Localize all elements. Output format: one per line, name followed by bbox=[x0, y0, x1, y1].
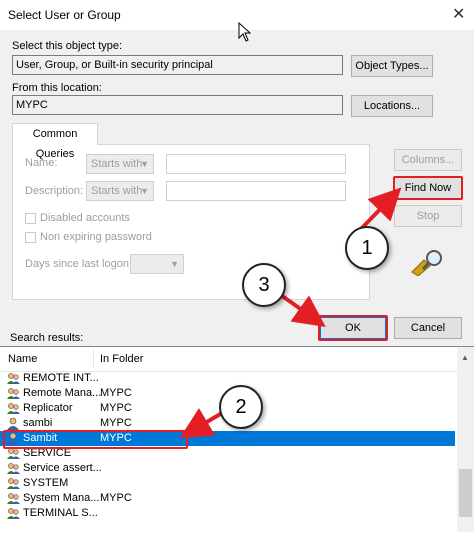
window-title: Select User or Group bbox=[8, 8, 121, 22]
vertical-scrollbar[interactable]: ▲ bbox=[457, 347, 474, 532]
name-mode-value: Starts with bbox=[91, 158, 143, 170]
find-now-highlight bbox=[393, 176, 463, 200]
scrollbar-thumb[interactable] bbox=[459, 469, 472, 517]
group-icon bbox=[6, 387, 20, 400]
chevron-down-icon: ▼ bbox=[140, 186, 149, 196]
group-icon bbox=[6, 492, 20, 505]
row-folder: MYPC bbox=[100, 417, 132, 429]
row-folder: MYPC bbox=[100, 492, 132, 504]
user-icon bbox=[6, 417, 20, 430]
row-name: TERMINAL S... bbox=[23, 507, 98, 519]
column-header-name[interactable]: Name bbox=[8, 353, 37, 365]
row-name: Service assert... bbox=[23, 462, 102, 474]
disabled-accounts-label: Disabled accounts bbox=[40, 212, 130, 224]
group-icon bbox=[6, 372, 20, 385]
annotation-badge-2: 2 bbox=[219, 385, 263, 429]
table-row[interactable]: TERMINAL S... bbox=[0, 506, 455, 521]
table-row[interactable]: SYSTEM bbox=[0, 476, 455, 491]
columns-button[interactable]: Columns... bbox=[394, 149, 462, 171]
table-row[interactable]: Service assert... bbox=[0, 461, 455, 476]
row-name: Replicator bbox=[23, 402, 73, 414]
name-input[interactable] bbox=[166, 154, 346, 174]
disabled-accounts-checkbox[interactable] bbox=[25, 213, 36, 224]
annotation-badge-1: 1 bbox=[345, 226, 389, 270]
cancel-button[interactable]: Cancel bbox=[394, 317, 462, 339]
locations-button[interactable]: Locations... bbox=[351, 95, 433, 117]
group-icon bbox=[6, 462, 20, 475]
tab-common-queries[interactable]: Common Queries bbox=[12, 123, 98, 160]
scroll-up-icon[interactable]: ▲ bbox=[461, 353, 469, 362]
days-since-logon-label: Days since last logon: bbox=[25, 258, 132, 270]
name-mode-select[interactable]: Starts with ▼ bbox=[86, 154, 154, 174]
search-results-label: Search results: bbox=[10, 332, 84, 344]
object-type-label: Select this object type: bbox=[12, 40, 123, 52]
annotation-badge-3: 3 bbox=[242, 263, 286, 307]
column-divider bbox=[93, 350, 94, 368]
column-header-folder[interactable]: In Folder bbox=[100, 353, 143, 365]
description-label: Description: bbox=[25, 185, 84, 197]
row-name: sambi bbox=[23, 417, 53, 429]
close-icon[interactable]: ✕ bbox=[452, 4, 465, 24]
row-name: SYSTEM bbox=[23, 477, 69, 489]
description-input[interactable] bbox=[166, 181, 346, 201]
non-expiring-label: Non expiring password bbox=[40, 231, 152, 243]
ok-highlight bbox=[318, 315, 388, 341]
row-name: REMOTE INT... bbox=[23, 372, 99, 384]
location-field: MYPC bbox=[12, 95, 343, 115]
table-row[interactable]: REMOTE INT... bbox=[0, 371, 455, 386]
cursor-icon bbox=[238, 22, 252, 42]
description-mode-value: Starts with bbox=[91, 185, 143, 197]
non-expiring-checkbox[interactable] bbox=[25, 232, 36, 243]
description-mode-select[interactable]: Starts with ▼ bbox=[86, 181, 154, 201]
days-since-logon-select[interactable]: ▼ bbox=[130, 254, 184, 274]
table-row[interactable]: System Mana... MYPC bbox=[0, 491, 455, 506]
object-types-button[interactable]: Object Types... bbox=[351, 55, 433, 77]
row-folder: MYPC bbox=[100, 387, 132, 399]
object-type-field: User, Group, or Built-in security princi… bbox=[12, 55, 343, 75]
chevron-down-icon: ▼ bbox=[170, 259, 179, 269]
row-name: System Mana... bbox=[23, 492, 100, 504]
row-folder: MYPC bbox=[100, 402, 132, 414]
group-icon bbox=[6, 507, 20, 520]
group-icon bbox=[6, 402, 20, 415]
row-name: Remote Mana... bbox=[23, 387, 102, 399]
location-label: From this location: bbox=[12, 82, 102, 94]
chevron-down-icon: ▼ bbox=[140, 159, 149, 169]
group-icon bbox=[6, 477, 20, 490]
column-header-row: Name In Folder bbox=[0, 347, 474, 372]
search-icon bbox=[411, 250, 442, 276]
selected-row-highlight bbox=[3, 430, 188, 449]
stop-button[interactable]: Stop bbox=[394, 205, 462, 227]
